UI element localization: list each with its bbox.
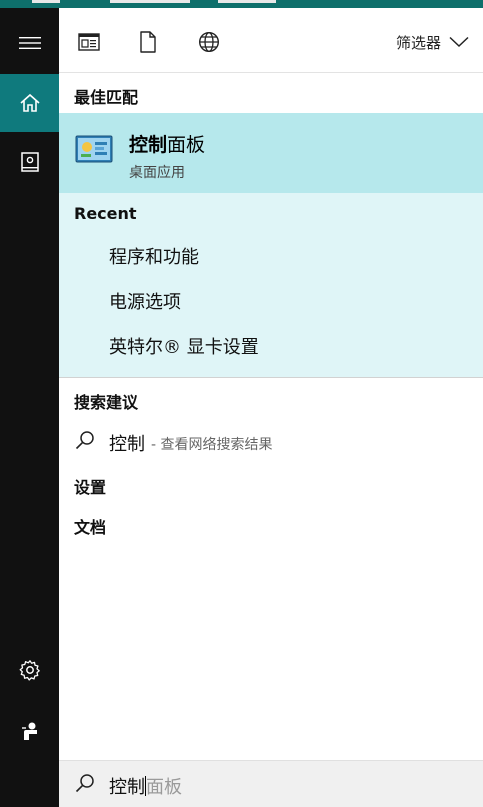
recent-group: Recent 程序和功能 电源选项 英特尔® 显卡设置	[59, 193, 483, 378]
suggestion-term: 控制	[109, 434, 145, 455]
feedback-icon	[21, 722, 37, 740]
search-panel: 筛选器 最佳匹配 控制面板 桌面应用 Recent 程序和功能 电源选项 英特尔…	[0, 0, 483, 807]
notebook-icon	[20, 152, 39, 172]
notebook-button[interactable]	[0, 133, 59, 191]
documents-filter-icon	[140, 31, 156, 53]
control-panel-icon	[75, 135, 113, 163]
hamburger-menu-icon	[18, 37, 41, 49]
search-icon	[75, 431, 94, 450]
best-match-result[interactable]: 控制面板 桌面应用	[59, 113, 483, 193]
search-suggestions-heading: 搜索建议	[74, 393, 139, 412]
recent-item[interactable]: 英特尔® 显卡设置	[109, 333, 259, 359]
filter-dropdown[interactable]: 筛选器	[396, 28, 469, 56]
apps-filter-icon	[78, 33, 100, 51]
best-match-app-type: 桌面应用	[129, 165, 185, 181]
recent-item[interactable]: 电源选项	[109, 288, 181, 314]
apps-filter-button[interactable]	[77, 30, 101, 54]
search-icon	[75, 774, 94, 793]
best-match-heading: 最佳匹配	[74, 88, 139, 107]
taskbar-strip	[0, 0, 483, 8]
search-autocomplete: 面板	[146, 777, 182, 798]
filter-toolbar: 筛选器	[59, 8, 483, 73]
settings-heading[interactable]: 设置	[74, 474, 106, 498]
settings-button[interactable]	[0, 641, 59, 699]
chevron-down-icon	[449, 36, 469, 48]
web-filter-icon	[198, 31, 220, 53]
documents-heading[interactable]: 文档	[74, 514, 106, 538]
web-suggestion-row[interactable]: 控制 - 查看网络搜索结果	[59, 422, 483, 462]
recent-item[interactable]: 程序和功能	[109, 243, 199, 269]
home-button[interactable]	[0, 74, 59, 132]
documents-filter-button[interactable]	[136, 30, 160, 54]
web-filter-button[interactable]	[197, 30, 221, 54]
left-rail	[0, 8, 59, 807]
search-input[interactable]: 控制面板	[109, 773, 182, 799]
recent-heading: Recent	[74, 204, 137, 223]
gear-icon	[19, 660, 40, 681]
best-match-app-name: 控制面板	[129, 134, 206, 156]
suggestion-hint: - 查看网络搜索结果	[151, 437, 273, 453]
search-box[interactable]: 控制面板	[59, 760, 483, 807]
results-pane: 筛选器 最佳匹配 控制面板 桌面应用 Recent 程序和功能 电源选项 英特尔…	[59, 8, 483, 807]
home-icon	[19, 93, 40, 112]
menu-button[interactable]	[0, 14, 59, 72]
filter-label: 筛选器	[395, 33, 441, 52]
feedback-button[interactable]	[0, 702, 59, 760]
